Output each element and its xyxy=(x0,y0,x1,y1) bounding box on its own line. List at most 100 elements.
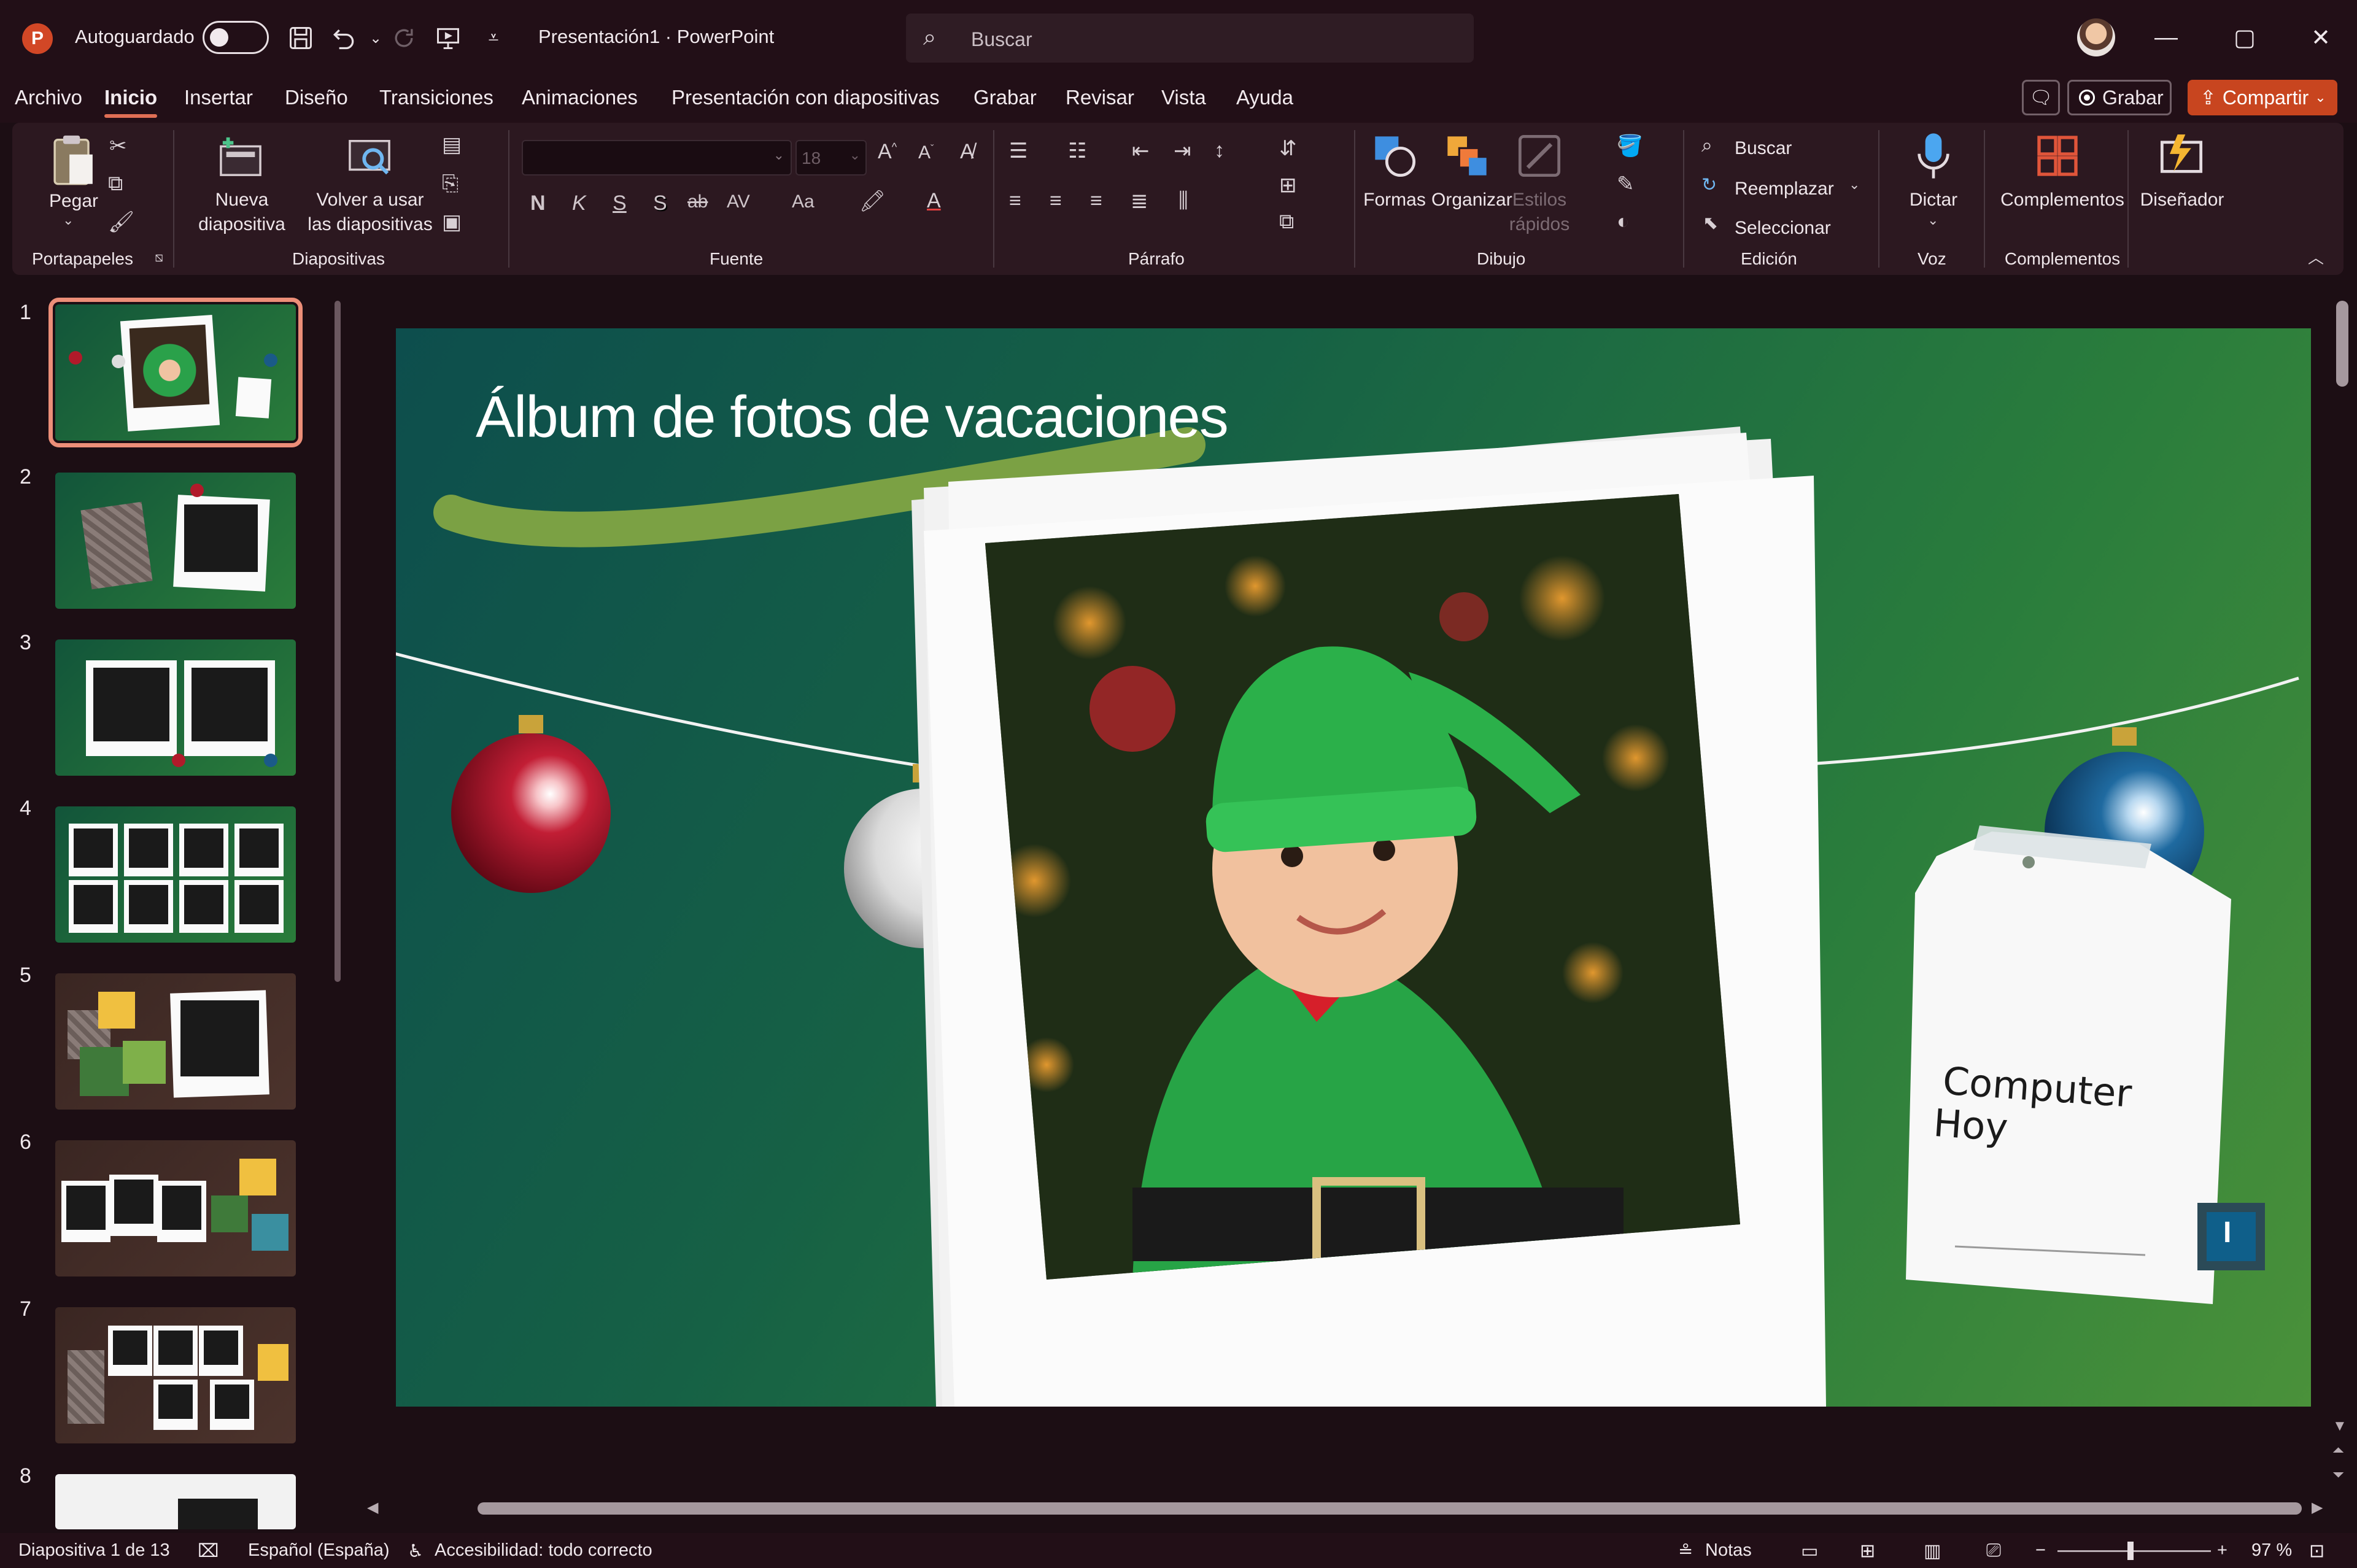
tab-diseno[interactable]: Diseño xyxy=(285,86,348,109)
search-box[interactable]: ⌕ Buscar xyxy=(906,14,1474,63)
decrease-indent-icon[interactable]: ⇤ xyxy=(1132,139,1150,163)
align-text-icon[interactable]: ⊞ xyxy=(1279,173,1297,198)
microphone-icon[interactable] xyxy=(1908,130,1959,182)
increase-font-icon[interactable]: A^ xyxy=(878,140,897,164)
zoom-out-icon[interactable]: − xyxy=(2035,1540,2046,1561)
slide-thumbnail-3[interactable] xyxy=(55,639,296,776)
tab-presentacion[interactable]: Presentación con diapositivas xyxy=(671,86,940,109)
fit-slide-icon[interactable]: ⊡ xyxy=(2309,1540,2324,1562)
find-icon[interactable]: ⌕ xyxy=(1701,134,1713,157)
tab-ayuda[interactable]: Ayuda xyxy=(1236,86,1293,109)
close-icon[interactable]: ✕ xyxy=(2299,18,2342,56)
notes-button[interactable]: Notas xyxy=(1705,1540,1752,1561)
comments-button[interactable]: 🗨 xyxy=(2022,80,2060,115)
align-left-icon[interactable]: ≡ xyxy=(1009,189,1021,213)
arrange-label[interactable]: Organizar xyxy=(1431,188,1512,212)
zoom-level[interactable]: 97 % xyxy=(2251,1540,2292,1561)
addins-label[interactable]: Complementos xyxy=(1995,188,2130,212)
slide-thumbnail-5[interactable] xyxy=(55,973,296,1110)
present-from-start-icon[interactable] xyxy=(431,21,465,55)
scroll-down-icon[interactable]: ▼ xyxy=(2332,1418,2347,1435)
normal-view-icon[interactable]: ▭ xyxy=(1801,1540,1818,1562)
slide-sorter-icon[interactable]: ⊞ xyxy=(1860,1540,1875,1562)
character-spacing-icon[interactable]: AV xyxy=(727,191,750,212)
align-right-icon[interactable]: ≡ xyxy=(1090,189,1102,213)
undo-icon[interactable] xyxy=(327,21,361,55)
language-indicator[interactable]: Español (España) xyxy=(248,1540,390,1561)
shapes-label[interactable]: Formas xyxy=(1360,188,1429,212)
user-avatar[interactable] xyxy=(2077,18,2115,56)
text-direction-icon[interactable]: ⇵ xyxy=(1279,136,1297,161)
paste-icon[interactable] xyxy=(42,129,106,193)
font-family-select[interactable]: ⌄ xyxy=(522,140,792,176)
slide-thumbnail-2[interactable] xyxy=(55,473,296,609)
reuse-slides-icon[interactable] xyxy=(344,131,395,183)
font-color-icon[interactable]: A xyxy=(927,189,941,213)
slide-thumbnail-1[interactable] xyxy=(48,298,303,447)
align-center-icon[interactable]: ≡ xyxy=(1050,189,1062,213)
new-slide-label-2[interactable]: diapositiva xyxy=(187,212,297,237)
italic-icon[interactable]: K xyxy=(572,191,586,215)
tab-insertar[interactable]: Insertar xyxy=(184,86,253,109)
smartart-icon[interactable]: ⧉ xyxy=(1279,210,1294,234)
reuse-slides-label-2[interactable]: las diapositivas xyxy=(304,212,436,237)
columns-icon[interactable]: ⫼ xyxy=(1178,189,1188,213)
share-button[interactable]: ⇪ Compartir ⌄ xyxy=(2188,80,2337,115)
dictate-chevron-icon[interactable]: ⌄ xyxy=(1927,212,1938,228)
quick-styles-icon[interactable] xyxy=(1514,130,1565,182)
addins-icon[interactable] xyxy=(2032,130,2083,182)
paste-chevron-icon[interactable]: ⌄ xyxy=(63,212,74,228)
clipboard-launcher-icon[interactable]: ⧅ xyxy=(155,249,163,265)
spelling-check-icon[interactable]: ⌧ xyxy=(198,1540,219,1562)
customize-toolbar-icon[interactable]: ⩡ xyxy=(476,21,511,55)
search-placeholder[interactable]: Buscar xyxy=(971,28,1032,51)
record-button[interactable]: Grabar xyxy=(2067,80,2172,115)
next-slide-icon[interactable]: ⏷ xyxy=(2332,1467,2344,1484)
redo-icon[interactable] xyxy=(387,21,421,55)
tab-grabar[interactable]: Grabar xyxy=(973,86,1037,109)
quick-styles-label-2[interactable]: rápidos xyxy=(1507,212,1571,237)
tab-revisar[interactable]: Revisar xyxy=(1066,86,1134,109)
justify-icon[interactable]: ≣ xyxy=(1131,189,1148,214)
select-icon[interactable]: ⬉ xyxy=(1703,212,1718,234)
canvas-vertical-scrollbar[interactable] xyxy=(2336,301,2348,387)
autosave-toggle[interactable] xyxy=(203,21,269,54)
chevron-down-icon[interactable]: ⌄ xyxy=(1849,177,1860,193)
collapse-ribbon-icon[interactable]: ︿ xyxy=(2308,245,2324,268)
tab-archivo[interactable]: Archivo xyxy=(15,86,82,109)
format-painter-icon[interactable]: 🖌 xyxy=(108,210,134,234)
maximize-icon[interactable]: ▢ xyxy=(2223,18,2266,56)
save-icon[interactable] xyxy=(284,21,318,55)
reuse-slides-label-1[interactable]: Volver a usar xyxy=(306,188,435,212)
tab-transiciones[interactable]: Transiciones xyxy=(379,86,493,109)
highlight-icon[interactable]: 🖍 xyxy=(859,189,886,214)
slide-thumbnail-6[interactable] xyxy=(55,1140,296,1276)
minimize-icon[interactable]: — xyxy=(2145,18,2188,56)
replace-label[interactable]: Reemplazar xyxy=(1735,177,1834,201)
bold-icon[interactable]: N xyxy=(530,191,546,215)
scroll-right-icon[interactable]: ▶ xyxy=(2312,1499,2323,1516)
zoom-in-icon[interactable]: + xyxy=(2217,1540,2227,1561)
underline-icon[interactable]: S xyxy=(613,191,627,215)
tab-vista[interactable]: Vista xyxy=(1161,86,1206,109)
slideshow-view-icon[interactable]: ⎚ xyxy=(1986,1540,2001,1561)
accessibility-status[interactable]: Accesibilidad: todo correcto xyxy=(435,1540,652,1561)
tag-text-line2[interactable]: Hoy xyxy=(1932,1100,2010,1150)
quick-styles-label-1[interactable]: Estilos xyxy=(1507,188,1571,212)
accessibility-icon[interactable]: ♿ xyxy=(408,1540,424,1562)
shape-fill-icon[interactable]: 🪣 xyxy=(1617,134,1643,158)
decrease-font-icon[interactable]: Aˇ xyxy=(918,142,934,163)
slide-thumbnail-4[interactable] xyxy=(55,806,296,943)
strikethrough-icon[interactable]: ab xyxy=(687,191,708,212)
section-icon[interactable]: ▣ xyxy=(442,210,462,234)
shape-effects-icon[interactable]: ◐ xyxy=(1617,210,1630,234)
arrange-icon[interactable] xyxy=(1441,130,1493,182)
find-label[interactable]: Buscar xyxy=(1735,136,1792,161)
change-case-icon[interactable]: Aa xyxy=(792,191,815,212)
slide-thumbnail-7[interactable] xyxy=(55,1307,296,1443)
clear-formatting-icon[interactable]: A̸ xyxy=(960,140,974,164)
replace-icon[interactable]: ↻ xyxy=(1701,174,1717,196)
line-spacing-icon[interactable]: ↕ xyxy=(1214,139,1225,163)
numbering-icon[interactable]: ☷ xyxy=(1068,139,1086,163)
dictate-label[interactable]: Dictar xyxy=(1897,188,1970,212)
